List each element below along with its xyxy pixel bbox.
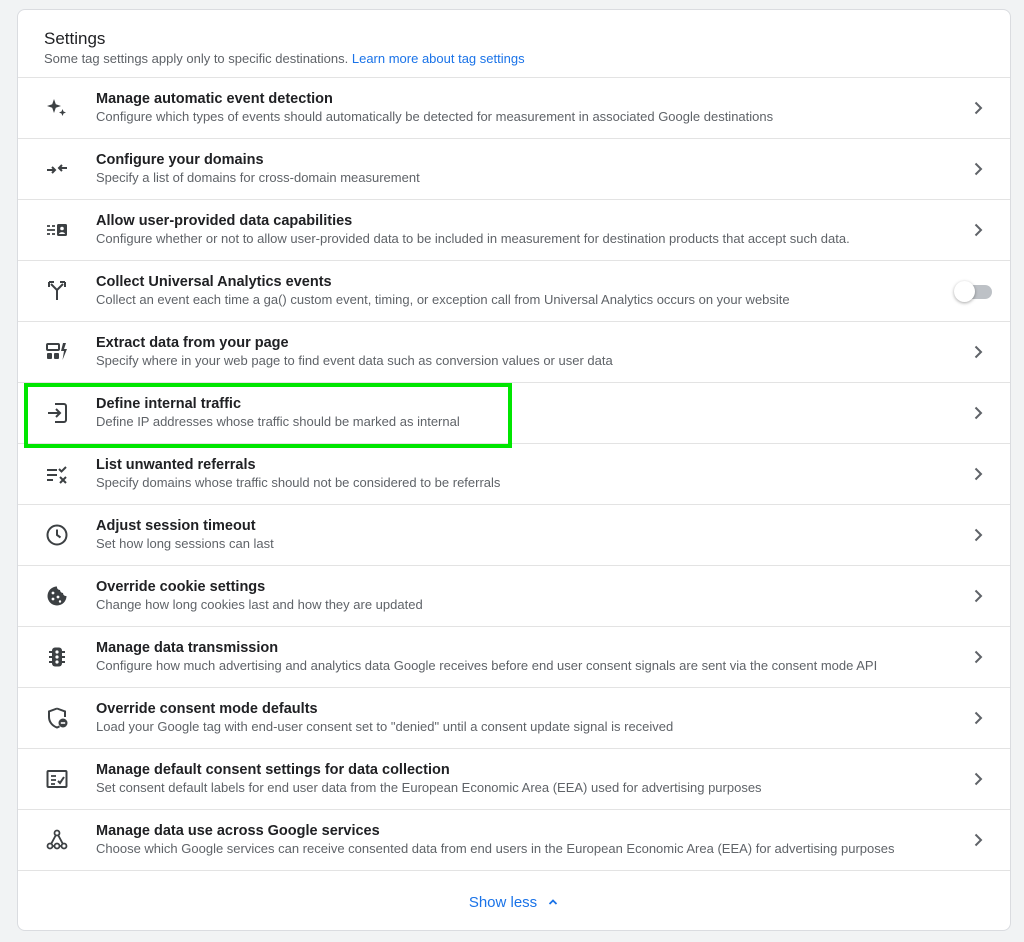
setting-row-text: Adjust session timeout Set how long sess… [96, 517, 940, 552]
hub-icon [44, 827, 70, 853]
setting-row-unwanted-referrals[interactable]: List unwanted referrals Specify domains … [18, 444, 1010, 505]
setting-description: Configure which types of events should a… [96, 109, 774, 124]
settings-title: Settings [44, 29, 106, 48]
setting-row-text: Allow user-provided data capabilities Co… [96, 212, 940, 247]
extract-data-icon [44, 339, 70, 365]
chevron-right-icon[interactable] [968, 525, 988, 545]
setting-row-text: Manage data use across Google services C… [96, 822, 940, 857]
setting-title: Manage automatic event detection [96, 91, 333, 107]
chevron-right-icon[interactable] [968, 403, 988, 423]
chevron-right-icon[interactable] [968, 464, 988, 484]
cookie-icon [44, 583, 70, 609]
setting-description: Collect an event each time a ga() custom… [96, 292, 790, 307]
setting-row-user-provided-data[interactable]: Allow user-provided data capabilities Co… [18, 200, 1010, 261]
setting-row-universal-analytics-events: Collect Universal Analytics events Colle… [18, 261, 1010, 322]
settings-header: Settings Some tag settings apply only to… [18, 10, 1010, 78]
setting-row-data-use-google-services[interactable]: Manage data use across Google services C… [18, 810, 1010, 871]
setting-title: Collect Universal Analytics events [96, 274, 332, 290]
chevron-right-icon[interactable] [968, 220, 988, 240]
list-remove-icon [44, 461, 70, 487]
setting-description: Load your Google tag with end-user conse… [96, 719, 674, 734]
learn-more-link[interactable]: Learn more about tag settings [352, 51, 525, 66]
setting-row-automatic-event-detection[interactable]: Manage automatic event detection Configu… [18, 78, 1010, 139]
settings-subtitle-text: Some tag settings apply only to specific… [44, 51, 349, 66]
setting-title: Manage default consent settings for data… [96, 762, 450, 778]
setting-row-extract-data[interactable]: Extract data from your page Specify wher… [18, 322, 1010, 383]
settings-footer: Show less [18, 872, 1010, 930]
setting-description: Choose which Google services can receive… [96, 841, 895, 856]
domains-arrows-icon [44, 156, 70, 182]
chevron-up-icon [549, 899, 558, 905]
setting-row-session-timeout[interactable]: Adjust session timeout Set how long sess… [18, 505, 1010, 566]
chevron-right-icon[interactable] [968, 769, 988, 789]
setting-description: Set consent default labels for end user … [96, 780, 762, 795]
setting-title: Configure your domains [96, 152, 264, 168]
setting-title: Manage data transmission [96, 640, 279, 656]
setting-row-text: Manage default consent settings for data… [96, 761, 940, 796]
setting-row-consent-mode-defaults[interactable]: Override consent mode defaults Load your… [18, 688, 1010, 749]
traffic-light-icon [44, 644, 70, 670]
setting-row-text: Extract data from your page Specify wher… [96, 334, 940, 369]
toggle-knob [954, 281, 975, 302]
setting-title: Manage data use across Google services [96, 823, 380, 839]
chevron-right-icon[interactable] [968, 586, 988, 606]
setting-row-text: Collect Universal Analytics events Colle… [96, 273, 940, 308]
setting-title: Allow user-provided data capabilities [96, 213, 353, 229]
setting-description: Specify where in your web page to find e… [96, 353, 613, 368]
setting-title: Define internal traffic [96, 396, 242, 412]
setting-description: Define IP addresses whose traffic should… [96, 414, 460, 429]
setting-row-cookie-settings[interactable]: Override cookie settings Change how long… [18, 566, 1010, 627]
setting-description: Change how long cookies last and how the… [96, 597, 423, 612]
setting-description: Set how long sessions can last [96, 536, 274, 551]
setting-row-text: Configure your domains Specify a list of… [96, 151, 940, 186]
chevron-right-icon[interactable] [968, 342, 988, 362]
login-icon [44, 400, 70, 426]
shield-minus-icon [44, 705, 70, 731]
show-less-label: Show less [468, 893, 538, 911]
chevron-right-icon[interactable] [968, 98, 988, 118]
setting-description: Configure how much advertising and analy… [96, 658, 878, 673]
chevron-right-icon[interactable] [968, 647, 988, 667]
setting-row-text: List unwanted referrals Specify domains … [96, 456, 940, 491]
sparkle-icon [44, 95, 70, 121]
setting-row-define-internal-traffic[interactable]: Define internal traffic Define IP addres… [18, 383, 1010, 444]
setting-title: Override consent mode defaults [96, 701, 318, 717]
checklist-icon [44, 766, 70, 792]
setting-row-text: Manage data transmission Configure how m… [96, 639, 940, 674]
setting-row-text: Define internal traffic Define IP addres… [96, 395, 940, 430]
settings-subtitle: Some tag settings apply only to specific… [44, 51, 1010, 67]
user-data-icon [44, 217, 70, 243]
setting-description: Specify a list of domains for cross-doma… [96, 170, 420, 185]
chevron-right-icon[interactable] [968, 708, 988, 728]
setting-row-text: Manage automatic event detection Configu… [96, 90, 940, 125]
settings-card: Settings Some tag settings apply only to… [17, 9, 1011, 931]
universal-analytics-toggle[interactable] [954, 281, 992, 303]
chevron-right-icon[interactable] [968, 159, 988, 179]
setting-row-configure-domains[interactable]: Configure your domains Specify a list of… [18, 139, 1010, 200]
merge-arrows-icon [44, 278, 70, 304]
setting-description: Specify domains whose traffic should not… [96, 475, 501, 490]
setting-title: List unwanted referrals [96, 457, 256, 473]
setting-title: Override cookie settings [96, 579, 266, 595]
clock-icon [44, 522, 70, 548]
settings-list: Manage automatic event detection Configu… [18, 78, 1010, 871]
setting-row-default-consent-settings[interactable]: Manage default consent settings for data… [18, 749, 1010, 810]
setting-row-text: Override consent mode defaults Load your… [96, 700, 940, 735]
chevron-right-icon[interactable] [968, 830, 988, 850]
setting-description: Configure whether or not to allow user-p… [96, 231, 850, 246]
setting-row-data-transmission[interactable]: Manage data transmission Configure how m… [18, 627, 1010, 688]
setting-title: Extract data from your page [96, 335, 289, 351]
setting-title: Adjust session timeout [96, 518, 256, 534]
show-less-button[interactable]: Show less [469, 894, 559, 911]
setting-row-text: Override cookie settings Change how long… [96, 578, 940, 613]
